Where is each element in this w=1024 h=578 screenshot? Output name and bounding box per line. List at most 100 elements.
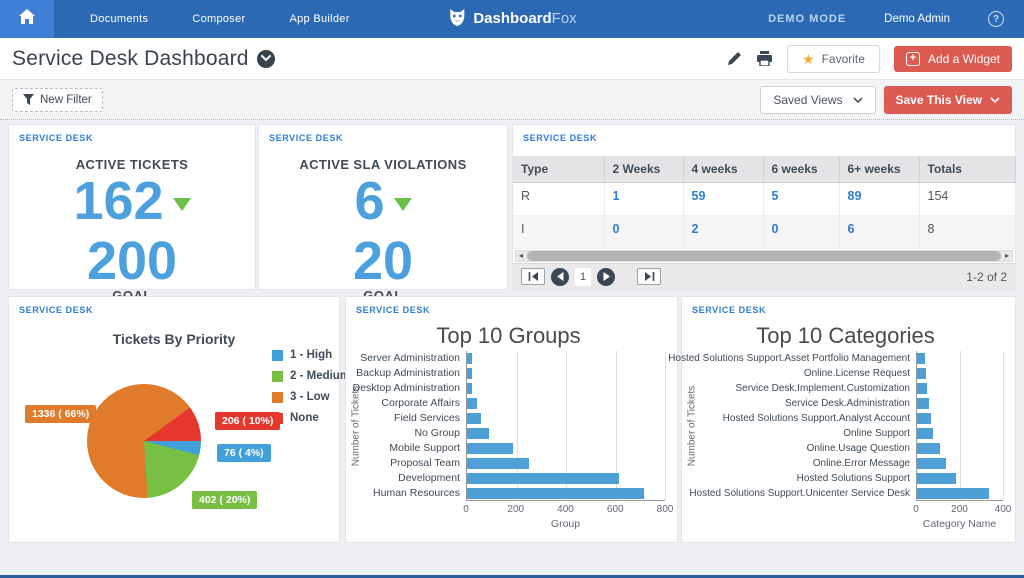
printer-icon <box>756 51 773 66</box>
bar[interactable] <box>467 443 513 454</box>
bar[interactable] <box>917 488 989 499</box>
chart-title: Top 10 Groups <box>346 323 671 349</box>
widget-active-tickets: SERVICE DESK ACTIVE TICKETS 162 200 GOAL <box>8 124 256 290</box>
dashboard-menu-button[interactable] <box>257 50 275 68</box>
last-page-icon <box>644 272 655 281</box>
bar[interactable] <box>467 398 477 409</box>
legend-item[interactable]: 2 - Medium <box>272 370 350 382</box>
scroll-left-icon[interactable]: ◂ <box>516 252 526 260</box>
bar[interactable] <box>917 398 929 409</box>
new-filter-button[interactable]: New Filter <box>12 88 103 112</box>
table-header-cell[interactable]: 2 Weeks <box>604 156 683 183</box>
drilldown-link-cell[interactable]: 0 <box>604 216 683 249</box>
saved-views-dropdown[interactable]: Saved Views <box>760 86 875 114</box>
nav-home-button[interactable] <box>0 0 54 38</box>
bar[interactable] <box>467 383 472 394</box>
chart-title: Tickets By Priority <box>9 331 339 347</box>
next-page-button[interactable] <box>597 268 615 286</box>
chart-legend: 1 - High 2 - Medium 3 - Low None <box>272 349 350 433</box>
bar[interactable] <box>917 428 933 439</box>
scroll-right-icon[interactable]: ▸ <box>1002 252 1012 260</box>
bar[interactable] <box>467 413 481 424</box>
drilldown-link-cell[interactable]: 5 <box>763 183 839 216</box>
legend-item[interactable]: 1 - High <box>272 349 350 361</box>
table-cell: 154 <box>919 183 1015 216</box>
pagination-range: 1-2 of 2 <box>966 270 1007 284</box>
table-row: R159589154 <box>513 183 1015 216</box>
category-label: Hosted Solutions Support.Asset Portfolio… <box>668 351 910 366</box>
demo-mode-badge: DEMO MODE <box>768 13 846 25</box>
first-page-button[interactable] <box>521 268 545 285</box>
bar[interactable] <box>467 458 529 469</box>
bar[interactable] <box>917 458 946 469</box>
chevron-down-icon <box>853 97 863 103</box>
kpi-title: ACTIVE SLA VIOLATIONS <box>299 157 466 172</box>
drilldown-link-cell[interactable]: 2 <box>683 216 763 249</box>
bar[interactable] <box>917 413 931 424</box>
home-icon <box>19 9 35 29</box>
bar[interactable] <box>917 383 927 394</box>
help-icon[interactable]: ? <box>988 11 1004 27</box>
widget-top-10-categories: SERVICE DESK Top 10 Categories Number of… <box>681 296 1016 543</box>
x-axis-label: Group <box>466 518 665 530</box>
bar[interactable] <box>467 353 472 364</box>
trend-down-icon <box>394 198 412 211</box>
prev-page-button[interactable] <box>551 268 569 286</box>
bar[interactable] <box>467 488 644 499</box>
filter-funnel-icon <box>23 94 34 105</box>
table-header-cell[interactable]: 6+ weeks <box>839 156 919 183</box>
legend-item[interactable]: 3 - Low <box>272 391 350 403</box>
brand-logo[interactable]: DashboardFox <box>447 0 576 38</box>
chevron-down-icon <box>990 97 1000 103</box>
x-tick-label: 200 <box>951 504 968 515</box>
table-header-cell[interactable]: 4 weeks <box>683 156 763 183</box>
bar[interactable] <box>917 473 956 484</box>
user-menu[interactable]: Demo Admin <box>884 13 950 25</box>
kpi-value: 6 <box>354 172 384 231</box>
kpi-value: 162 <box>73 172 163 231</box>
category-label: Online.Error Message <box>813 456 910 471</box>
table-header-cell[interactable]: Type <box>513 156 604 183</box>
bar[interactable] <box>467 473 619 484</box>
drilldown-link-cell[interactable]: 59 <box>683 183 763 216</box>
drilldown-link-cell[interactable]: 89 <box>839 183 919 216</box>
horizontal-scrollbar[interactable]: ◂ ▸ <box>515 250 1013 262</box>
edit-button[interactable] <box>727 51 742 66</box>
category-label: Server Administration <box>360 351 460 366</box>
print-button[interactable] <box>756 51 773 66</box>
legend-item[interactable]: None <box>272 412 350 424</box>
gridline <box>665 351 666 500</box>
pie-chart[interactable] <box>87 384 201 498</box>
source-label: SERVICE DESK <box>269 133 343 143</box>
scrollbar-thumb[interactable] <box>527 251 1001 261</box>
bar[interactable] <box>917 443 940 454</box>
category-label: Hosted Solutions Support.Analyst Account <box>723 411 910 426</box>
plot-area <box>466 351 665 501</box>
save-view-button[interactable]: Save This View <box>884 86 1013 114</box>
source-label: SERVICE DESK <box>523 133 597 143</box>
favorite-button[interactable]: ★ Favorite <box>787 45 880 73</box>
aging-table: Type2 Weeks4 weeks6 weeks6+ weeksTotals … <box>513 156 1016 249</box>
category-label: Backup Administration <box>356 366 460 381</box>
nav-item-composer[interactable]: Composer <box>170 13 267 25</box>
table-row: I02068 <box>513 216 1015 249</box>
chart-title: Top 10 Categories <box>682 323 1009 349</box>
nav-item-app-builder[interactable]: App Builder <box>267 13 371 25</box>
add-widget-button[interactable]: + Add a Widget <box>894 46 1012 72</box>
new-filter-label: New Filter <box>40 94 92 106</box>
drilldown-link-cell[interactable]: 6 <box>839 216 919 249</box>
bar[interactable] <box>917 368 926 379</box>
last-page-button[interactable] <box>637 268 661 285</box>
bar[interactable] <box>917 353 925 364</box>
drilldown-link-cell[interactable]: 0 <box>763 216 839 249</box>
legend-swatch <box>272 350 283 361</box>
chevron-down-icon <box>261 55 271 62</box>
table-header-cell[interactable]: Totals <box>919 156 1015 183</box>
drilldown-link-cell[interactable]: 1 <box>604 183 683 216</box>
bar[interactable] <box>467 368 472 379</box>
table-header-cell[interactable]: 6 weeks <box>763 156 839 183</box>
category-label: Hosted Solutions Support <box>797 471 910 486</box>
nav-item-documents[interactable]: Documents <box>68 13 170 25</box>
bar[interactable] <box>467 428 489 439</box>
widget-top-10-groups: SERVICE DESK Top 10 Groups Number of Tic… <box>345 296 678 543</box>
